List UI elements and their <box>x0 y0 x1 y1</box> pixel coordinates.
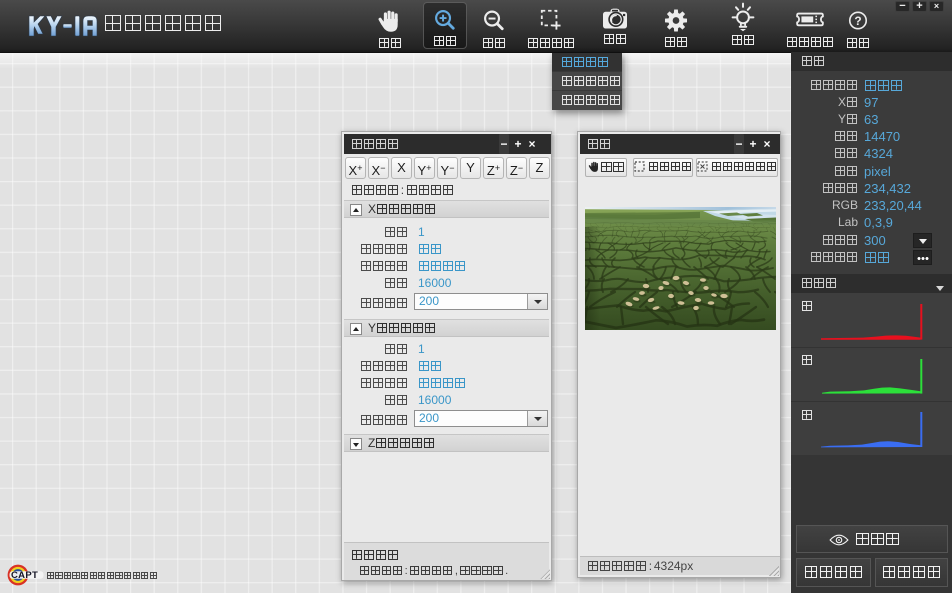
svg-text:?: ? <box>854 14 861 28</box>
svg-text:CAPT: CAPT <box>11 570 38 581</box>
